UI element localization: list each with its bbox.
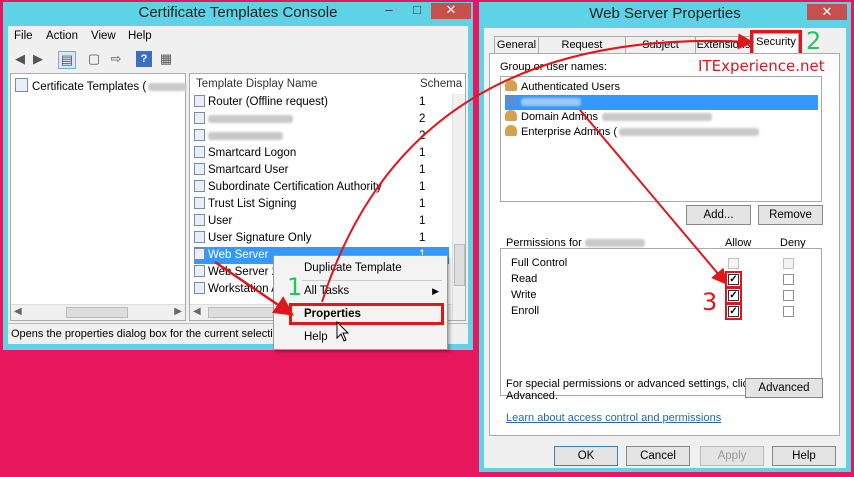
list-vertical-scrollbar[interactable]	[452, 94, 465, 320]
perm-enroll-label: Enroll	[511, 305, 540, 317]
template-icon	[194, 163, 205, 175]
add-button[interactable]: Add...	[686, 205, 751, 225]
menu-item-properties[interactable]: Properties	[289, 303, 444, 325]
table-row[interactable]: Trust List Signing 1	[194, 196, 449, 213]
context-menu: Duplicate Template All Tasks ▶ Properties…	[273, 255, 448, 350]
remove-button[interactable]: Remove	[758, 205, 823, 225]
write-allow-checkbox[interactable]: ✓	[725, 287, 742, 304]
menu-file[interactable]: File	[14, 30, 33, 42]
template-icon	[194, 214, 205, 226]
view-icon[interactable]: ▢	[86, 51, 102, 67]
user-icon	[505, 95, 517, 106]
menu-view[interactable]: View	[91, 30, 116, 42]
forward-icon[interactable]: ▶	[30, 51, 46, 67]
table-row[interactable]: Smartcard User 1	[194, 162, 449, 179]
step-2-number: 2	[806, 27, 822, 55]
tree-horizontal-scrollbar[interactable]: ◀ ▶	[11, 304, 185, 320]
menu-item-help[interactable]: Help	[274, 326, 447, 348]
table-row[interactable]: 2	[194, 111, 449, 128]
read-deny-checkbox[interactable]	[783, 274, 794, 285]
perm-read-label: Read	[511, 273, 538, 285]
full-control-allow-checkbox	[728, 258, 739, 269]
submenu-arrow-icon: ▶	[432, 286, 439, 296]
help-icon[interactable]: ?	[136, 51, 152, 67]
enroll-deny-checkbox[interactable]	[783, 306, 794, 317]
users-group-icon	[505, 125, 517, 136]
group-or-user-label: Group or user names:	[500, 61, 607, 73]
table-row[interactable]: Subordinate Certification Authority 1	[194, 179, 449, 196]
enroll-allow-checkbox[interactable]: ✓	[725, 303, 742, 320]
tree-item-certificate-templates[interactable]: Certificate Templates (	[15, 78, 187, 93]
table-row[interactable]: 2	[194, 128, 449, 145]
template-icon	[194, 112, 205, 124]
template-icon	[194, 129, 205, 141]
special-permissions-text: For special permissions or advanced sett…	[506, 378, 754, 390]
advanced-button[interactable]: Advanced	[745, 378, 823, 398]
table-row[interactable]: Smartcard Logon 1	[194, 145, 449, 162]
list-item[interactable]: Authenticated Users	[505, 80, 818, 95]
menu-action[interactable]: Action	[46, 30, 78, 42]
tab-request-handling[interactable]: Request Handling	[538, 36, 626, 67]
close-button[interactable]: ✕	[431, 3, 471, 19]
apply-button[interactable]: Apply	[700, 446, 764, 466]
template-icon	[194, 146, 205, 158]
dialog-client-area: General Request Handling Subject Name Ex…	[484, 28, 846, 468]
table-row[interactable]: User 1	[194, 213, 449, 230]
table-row[interactable]: Router (Offline request) 1	[194, 94, 449, 111]
tab-general[interactable]: General	[494, 36, 539, 53]
users-list: Authenticated Users Domain Admins Enterp…	[500, 76, 822, 202]
users-group-icon	[505, 110, 517, 121]
ok-button[interactable]: OK	[554, 446, 618, 466]
dialog-close-button[interactable]: ✕	[807, 4, 847, 20]
properties-icon[interactable]: ▦	[158, 51, 174, 67]
maximize-button[interactable]: □	[403, 3, 431, 19]
list-item[interactable]: Enterprise Admins (	[505, 125, 818, 140]
toolbar: ◀ ▶ ▤ ▢ ⇨ ? ▦	[8, 48, 468, 72]
permissions-list: Full Control Read ✓ Write ✓ Enroll ✓	[500, 248, 822, 396]
show-tree-icon[interactable]: ▤	[58, 51, 76, 69]
template-icon	[194, 95, 205, 107]
export-list-icon[interactable]: ⇨	[108, 51, 124, 67]
template-folder-icon	[15, 78, 28, 92]
column-template-name[interactable]: Template Display Name	[196, 78, 317, 90]
console-tree: Certificate Templates ( ◀ ▶	[10, 73, 187, 321]
tab-extensions[interactable]: Extensions	[695, 36, 752, 53]
dialog-title: Web Server Properties	[589, 5, 741, 22]
template-icon	[194, 282, 205, 294]
help-button[interactable]: Help	[772, 446, 836, 466]
cancel-button[interactable]: Cancel	[626, 446, 690, 466]
template-icon	[194, 180, 205, 192]
perm-full-control-label: Full Control	[511, 257, 568, 269]
template-icon	[194, 231, 205, 243]
perm-write-label: Write	[511, 289, 537, 301]
menu-help[interactable]: Help	[128, 30, 152, 42]
minimize-button[interactable]: –	[375, 3, 403, 19]
step-1-number: 1	[287, 273, 303, 301]
access-control-help-link[interactable]: Learn about access control and permissio…	[506, 412, 721, 424]
template-icon	[194, 248, 205, 260]
special-permissions-text-2: Advanced.	[506, 390, 558, 402]
tab-subject-name[interactable]: Subject Name	[625, 36, 696, 67]
list-item[interactable]: Domain Admins	[505, 110, 818, 125]
watermark-text: ITExperience.net	[698, 57, 825, 75]
full-control-deny-checkbox	[783, 258, 794, 269]
read-allow-checkbox[interactable]: ✓	[725, 271, 742, 288]
write-deny-checkbox[interactable]	[783, 290, 794, 301]
table-row[interactable]: User Signature Only 1	[194, 230, 449, 247]
users-group-icon	[505, 80, 517, 91]
tab-security[interactable]: Security	[750, 30, 802, 56]
template-icon	[194, 197, 205, 209]
column-schema[interactable]: Schema	[420, 78, 462, 90]
back-icon[interactable]: ◀	[12, 51, 28, 67]
step-3-number: 3	[702, 288, 718, 316]
template-icon	[194, 265, 205, 277]
list-item-selected[interactable]	[505, 95, 818, 110]
